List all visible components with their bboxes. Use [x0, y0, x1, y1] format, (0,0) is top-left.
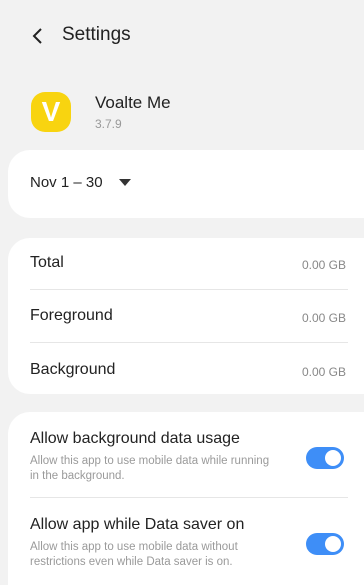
header: Settings [0, 0, 364, 72]
divider [30, 342, 348, 343]
usage-card: Total 0.00 GB Foreground 0.00 GB Backgro… [8, 238, 364, 394]
toggle-knob [325, 450, 341, 466]
period-label: Nov 1 – 30 [30, 174, 103, 191]
setting-background-data[interactable]: Allow background data usage Allow this a… [8, 430, 364, 510]
app-icon-letter: V [41, 96, 61, 127]
period-card: Nov 1 – 30 [8, 150, 364, 218]
usage-row-foreground: Foreground 0.00 GB [8, 291, 364, 343]
setting-title: Allow background data usage [30, 430, 240, 447]
setting-title: Allow app while Data saver on [30, 516, 245, 533]
data-usage-page: Settings V Voalte Me 3.7.9 Nov 1 – 30 To… [0, 0, 364, 585]
usage-value: 0.00 GB [301, 258, 346, 272]
usage-label: Total [30, 254, 64, 271]
usage-row-total: Total 0.00 GB [8, 238, 364, 290]
app-info: V Voalte Me 3.7.9 [0, 82, 364, 142]
toggle-knob [325, 536, 341, 552]
setting-description: Allow this app to use mobile data withou… [30, 541, 238, 568]
dropdown-caret-icon [118, 179, 131, 186]
chevron-left-icon [32, 28, 42, 44]
setting-data-saver[interactable]: Allow app while Data saver on Allow this… [8, 516, 364, 585]
app-version: 3.7.9 [95, 117, 122, 131]
app-icon: V [31, 92, 71, 132]
settings-card: Allow background data usage Allow this a… [8, 412, 364, 585]
divider [30, 289, 348, 290]
period-dropdown[interactable]: Nov 1 – 30 [30, 174, 131, 191]
app-name: Voalte Me [95, 93, 171, 112]
divider [30, 497, 348, 498]
usage-row-background: Background 0.00 GB [8, 345, 364, 397]
back-button[interactable] [26, 24, 50, 48]
page-title: Settings [62, 24, 131, 45]
usage-label: Background [30, 361, 116, 378]
data-saver-toggle[interactable] [306, 533, 344, 555]
usage-value: 0.00 GB [301, 365, 346, 379]
background-data-toggle[interactable] [306, 447, 344, 469]
setting-description: Allow this app to use mobile data while … [30, 455, 270, 482]
usage-value: 0.00 GB [301, 311, 346, 325]
usage-label: Foreground [30, 307, 113, 324]
